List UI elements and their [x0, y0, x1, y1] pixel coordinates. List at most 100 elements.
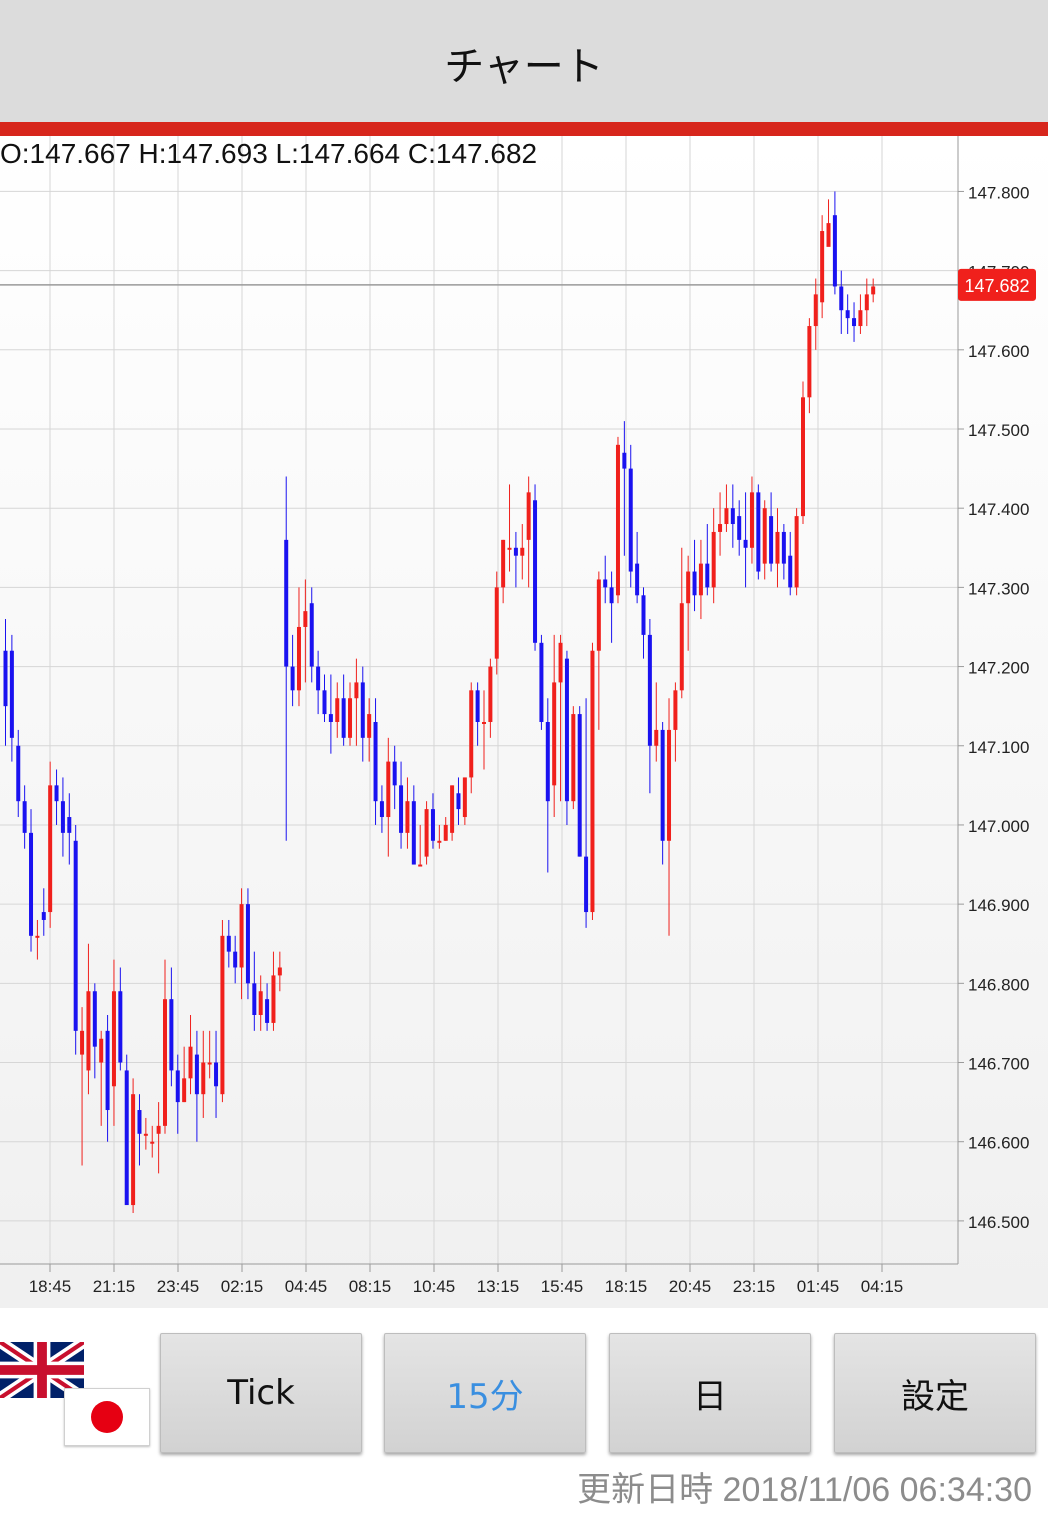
y-tick-label: 146.800 — [968, 975, 1029, 994]
y-tick-label: 146.500 — [968, 1213, 1029, 1232]
candle-body — [698, 563, 703, 596]
candle-body — [775, 531, 780, 564]
x-tick-label: 18:45 — [29, 1277, 72, 1296]
candle-body — [590, 650, 595, 913]
candle-body — [705, 563, 710, 588]
x-tick-label: 18:15 — [605, 1277, 648, 1296]
x-tick-label: 04:15 — [861, 1277, 904, 1296]
candle-body — [252, 983, 257, 1015]
candle-body — [858, 310, 863, 327]
y-tick-label: 146.600 — [968, 1134, 1029, 1153]
candle-body — [322, 690, 327, 715]
candle-body — [392, 761, 397, 786]
candle-body — [577, 714, 582, 857]
candle-body — [258, 991, 263, 1015]
candle-body — [143, 1133, 148, 1136]
candle-body — [316, 666, 321, 691]
candle-body — [220, 935, 225, 1095]
candle-body — [749, 492, 754, 548]
x-tick-label: 10:45 — [413, 1277, 456, 1296]
x-tick-label: 21:15 — [93, 1277, 136, 1296]
candle-body — [354, 682, 359, 699]
candle-body — [67, 817, 72, 833]
candle-body — [169, 999, 174, 1071]
accent-bar — [0, 122, 1048, 136]
candle-body — [9, 650, 14, 738]
candlestick-chart[interactable]: 146.500 146.600 146.700 146.800 146.900 147.0… — [0, 136, 1048, 1308]
x-tick-label: 08:15 — [349, 1277, 392, 1296]
candle-body — [437, 840, 442, 843]
candle-body — [724, 508, 729, 525]
candle-body — [124, 1070, 129, 1206]
candle-body — [628, 468, 633, 572]
candle-body — [131, 1094, 136, 1206]
candle-body — [539, 642, 544, 722]
settings-button[interactable]: 設定 — [834, 1333, 1036, 1453]
y-tick-label: 146.900 — [968, 896, 1029, 915]
candle-body — [692, 571, 697, 596]
candle-body — [424, 809, 429, 857]
candle-body — [533, 500, 538, 643]
candle-body — [41, 912, 46, 920]
candle-body — [558, 642, 563, 683]
candle-body — [762, 508, 767, 564]
candle-body — [309, 603, 314, 667]
candle-body — [214, 1062, 219, 1087]
candle-body — [730, 508, 735, 525]
candle-body — [226, 935, 231, 952]
x-tick-label: 20:45 — [669, 1277, 712, 1296]
candle-body — [163, 999, 167, 1126]
candle-body — [35, 935, 40, 938]
candle-body — [686, 571, 691, 604]
candle-body — [233, 951, 238, 968]
candle-body — [73, 840, 78, 1031]
candle-body — [507, 547, 512, 550]
x-tick-label: 23:15 — [733, 1277, 776, 1296]
candle-body — [360, 682, 365, 738]
y-tick-label: 147.500 — [968, 421, 1029, 440]
candle-body — [647, 634, 652, 746]
candle-body — [296, 626, 301, 691]
candle-body — [501, 539, 506, 588]
candle-body — [788, 555, 793, 588]
candle-body — [80, 1030, 85, 1055]
candle-body — [348, 698, 353, 738]
candle-body — [22, 801, 27, 833]
candle-body — [201, 1062, 206, 1095]
candle-body — [207, 1062, 212, 1065]
candle-body — [552, 682, 557, 786]
candle-body — [571, 714, 576, 802]
page-title: チャート — [444, 44, 604, 90]
candle-body — [175, 1070, 180, 1103]
candle-body — [564, 658, 569, 802]
candle-body — [450, 785, 455, 833]
candle-body — [667, 729, 672, 841]
candle-body — [584, 856, 589, 913]
candle-body — [781, 531, 786, 564]
candle-body — [60, 801, 65, 833]
candle-body — [603, 579, 608, 588]
candle-body — [654, 729, 659, 746]
candle-body — [99, 1038, 104, 1063]
candle-body — [845, 310, 850, 319]
candle-body — [871, 286, 876, 295]
candle-body — [194, 1054, 199, 1095]
x-tick-label: 23:45 — [157, 1277, 200, 1296]
candle-body — [794, 516, 799, 588]
candle-body — [852, 318, 857, 327]
candle-body — [769, 516, 774, 564]
tick-button-label: Tick — [227, 1373, 295, 1413]
candle-body — [443, 824, 448, 841]
japan-flag-icon[interactable] — [64, 1388, 150, 1446]
candle-body — [86, 991, 91, 1071]
timeframe-15min-button[interactable]: 15分 — [384, 1333, 586, 1453]
tick-button[interactable]: Tick — [160, 1333, 362, 1453]
candle-body — [820, 231, 825, 303]
timeframe-day-button[interactable]: 日 — [609, 1333, 811, 1453]
candle-body — [284, 539, 289, 667]
candle-body — [188, 1046, 193, 1079]
timeframe-15min-label: 15分 — [446, 1376, 524, 1417]
y-tick-label: 146.700 — [968, 1055, 1029, 1074]
candle-body — [615, 444, 620, 596]
candle-body — [864, 294, 869, 311]
